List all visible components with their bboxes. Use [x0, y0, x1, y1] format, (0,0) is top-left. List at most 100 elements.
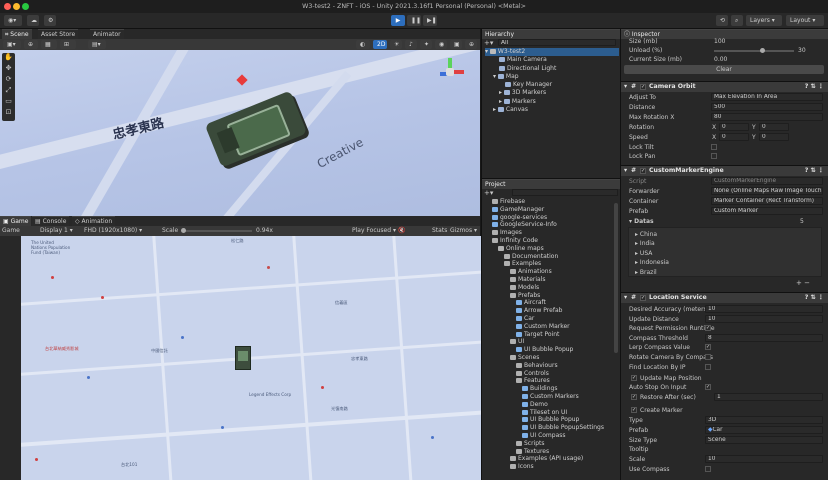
map-pin-icon[interactable] — [321, 386, 324, 389]
lerp-compass-checkbox[interactable]: ✓ — [705, 344, 711, 350]
project-item[interactable]: Models — [492, 284, 604, 292]
project-item[interactable]: Controls — [492, 370, 604, 378]
effects-icon[interactable]: ✦ — [420, 40, 432, 49]
project-item[interactable]: Prefabs — [492, 292, 604, 300]
snap-icon[interactable]: ⊞ — [60, 40, 76, 49]
forwarder-field[interactable]: None (Online Maps Raw Image Touch F — [711, 187, 823, 195]
map-pin-icon[interactable] — [431, 436, 434, 439]
project-item[interactable]: Car — [492, 315, 604, 323]
use-compass-checkbox[interactable] — [705, 466, 711, 472]
tab-game[interactable]: ▣ Game — [0, 216, 32, 226]
pause-button[interactable]: ❚❚ — [407, 15, 421, 26]
restore-after-input[interactable]: 1 — [714, 393, 823, 401]
project-item[interactable]: Buildings — [492, 385, 604, 393]
project-item[interactable]: Textures — [492, 448, 604, 456]
project-add-icon[interactable]: +▾ — [484, 189, 493, 197]
project-item[interactable]: Tileset on UI — [492, 409, 604, 417]
rotation-y-input[interactable]: 0 — [759, 123, 789, 131]
datas-add-remove-icon[interactable]: + − — [796, 279, 810, 287]
project-item[interactable]: Examples — [492, 260, 604, 268]
pivot-icon[interactable]: ⊕ — [24, 40, 38, 49]
project-item[interactable]: Features — [492, 377, 604, 385]
project-item[interactable]: Scripts — [492, 440, 604, 448]
project-item[interactable]: Firebase — [492, 198, 604, 206]
project-item[interactable]: UI Bubble Popup — [492, 346, 604, 354]
datas-item[interactable]: ▸ Brazil — [635, 268, 669, 277]
auto-stop-checkbox[interactable]: ✓ — [705, 384, 711, 390]
location-service-enabled-checkbox[interactable]: ✓ — [640, 295, 646, 301]
move-tool-icon[interactable]: ✥ — [2, 64, 15, 75]
lock-tilt-checkbox[interactable] — [711, 144, 717, 150]
update-distance-input[interactable]: 10 — [705, 315, 823, 323]
tab-asset-store[interactable]: Asset Store — [38, 29, 79, 39]
project-item[interactable]: Online maps — [492, 245, 604, 253]
map-pin-icon[interactable] — [101, 296, 104, 299]
prefab-field[interactable]: Custom Marker — [711, 207, 823, 215]
increment-snap-icon[interactable]: ▤▾ — [88, 40, 106, 49]
scene-viewport[interactable]: 忠孝東路 Creative — [0, 50, 480, 216]
rotate-tool-icon[interactable]: ⟳ — [2, 75, 15, 86]
hierarchy-item[interactable]: ▸ Canvas — [485, 106, 619, 114]
resolution-dropdown[interactable]: FHD (1920x1080) ▾ — [84, 226, 142, 236]
tab-animation[interactable]: ◇ Animation — [72, 216, 116, 226]
gizmos-icon[interactable]: ⊕ — [465, 40, 477, 49]
cloud-icon[interactable]: ☁ — [27, 15, 39, 26]
project-scrollbar[interactable] — [614, 203, 618, 353]
custom-marker-header[interactable]: ▾ # ✓ CustomMarkerEngine ? ⇅ ⋮ — [621, 165, 828, 176]
hierarchy-item[interactable]: Main Camera — [485, 56, 619, 64]
stats-button[interactable]: Stats — [432, 226, 447, 236]
project-item[interactable]: Icons — [492, 463, 604, 471]
game-map-viewport[interactable]: The United Nations Population Fund (Taiw… — [21, 236, 481, 480]
distance-input[interactable]: 500 — [711, 103, 823, 111]
adjust-to-dropdown[interactable]: Max Elevation In Area — [711, 93, 823, 101]
display-dropdown[interactable]: Display 1 ▾ — [40, 226, 73, 236]
camera-orbit-header[interactable]: ▾ # ✓ Camera Orbit ? ⇅ ⋮ — [621, 81, 828, 92]
play-button[interactable]: ▶ — [391, 15, 405, 26]
project-item[interactable]: Target Point — [492, 331, 604, 339]
play-focused-dropdown[interactable]: Play Focused ▾ — [352, 226, 396, 236]
custom-marker-enabled-checkbox[interactable]: ✓ — [640, 168, 646, 174]
project-item[interactable]: Aircraft — [492, 299, 604, 307]
project-item[interactable]: UI — [492, 338, 604, 346]
hand-tool-icon[interactable]: ✋ — [2, 53, 15, 64]
clear-button[interactable]: Clear — [624, 65, 824, 74]
datas-count[interactable]: 5 — [800, 218, 804, 225]
tool-handle-dropdown[interactable]: ▣▾ — [3, 40, 21, 49]
layout-dropdown[interactable]: Layout ▾ — [786, 15, 824, 26]
hierarchy-item[interactable]: Directional Light — [485, 65, 619, 73]
speed-y-input[interactable]: 0 — [759, 133, 789, 141]
2d-toggle-button[interactable]: 2D — [373, 40, 387, 49]
hidden-objects-icon[interactable]: ◉ — [435, 40, 447, 49]
hierarchy-item[interactable]: ▾ Map — [485, 73, 619, 81]
collab-icon[interactable]: ⚙ — [44, 15, 56, 26]
project-item[interactable]: GoogleService-Info — [492, 221, 604, 229]
map-pin-icon[interactable] — [87, 376, 90, 379]
location-service-header[interactable]: ▾ # ✓ Location Service ? ⇅ ⋮ — [621, 292, 828, 303]
project-item[interactable]: Scenes — [492, 354, 604, 362]
account-button[interactable]: ◉▾ — [4, 15, 22, 26]
camera-orbit-enabled-checkbox[interactable]: ✓ — [640, 84, 646, 90]
project-item[interactable]: Animations — [492, 268, 604, 276]
project-item[interactable]: google-services — [492, 214, 604, 222]
max-rotation-input[interactable]: 80 — [711, 113, 823, 121]
project-item[interactable]: UI Bubble Popup — [492, 416, 604, 424]
datas-item[interactable]: ▸ Indonesia — [635, 258, 669, 267]
desired-accuracy-input[interactable]: 10 — [705, 305, 823, 313]
unload-slider[interactable] — [714, 48, 794, 53]
project-item[interactable]: Custom Marker — [492, 323, 604, 331]
gizmo-handle-icon[interactable] — [236, 74, 248, 86]
grid-icon[interactable]: ▦ — [41, 40, 57, 49]
history-icon[interactable]: ⟲ — [716, 15, 728, 26]
project-item[interactable]: Behaviours — [492, 362, 604, 370]
hierarchy-item[interactable]: ▾ W3-test2 — [485, 48, 619, 57]
component-menu-icon[interactable]: ? ⇅ ⋮ — [805, 82, 824, 92]
lighting-icon[interactable]: ☀ — [390, 40, 402, 49]
tab-console[interactable]: ▤ Console — [32, 216, 70, 226]
layers-dropdown[interactable]: Layers ▾ — [746, 15, 782, 26]
marker-prefab-field[interactable]: ◆Car — [705, 426, 823, 434]
restore-after-checkbox[interactable]: ✓ — [631, 394, 637, 400]
project-item[interactable]: GameManager — [492, 206, 604, 214]
datas-toggle[interactable]: ▾ Datas — [629, 218, 654, 225]
marker-scale-input[interactable]: 10 — [705, 455, 823, 463]
project-item[interactable]: Demo — [492, 401, 604, 409]
